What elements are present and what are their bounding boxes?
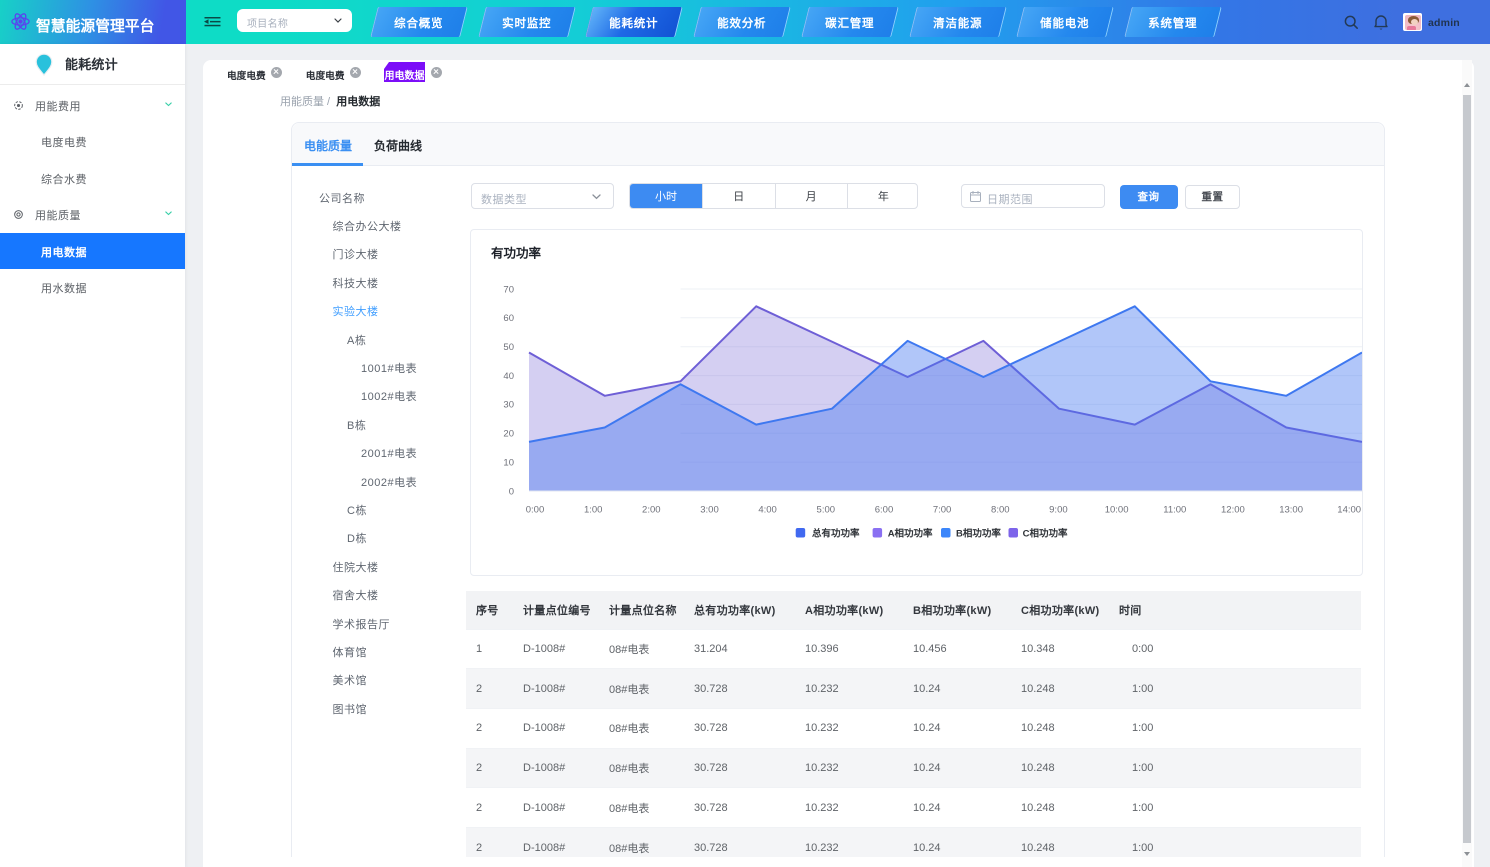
svg-text:13:00: 13:00 [1279,505,1303,516]
svg-text:4:00: 4:00 [758,505,777,516]
svg-text:1:00: 1:00 [584,505,603,516]
svg-text:70: 70 [503,284,514,295]
svg-text:5:00: 5:00 [817,505,836,516]
svg-text:2:00: 2:00 [642,505,661,516]
svg-text:0: 0 [509,486,514,497]
svg-text:B相功功率: B相功功率 [956,528,1001,540]
svg-text:3:00: 3:00 [700,505,719,516]
svg-text:10: 10 [503,457,514,468]
svg-text:60: 60 [503,313,514,324]
svg-text:有功功率: 有功功率 [491,246,542,261]
svg-text:9:00: 9:00 [1049,505,1068,516]
svg-text:14:00: 14:00 [1337,505,1361,516]
svg-text:30: 30 [503,400,514,411]
svg-text:40: 40 [503,371,514,382]
svg-text:总有功功率: 总有功功率 [812,528,860,540]
svg-text:11:00: 11:00 [1163,505,1186,516]
svg-text:7:00: 7:00 [933,505,952,516]
svg-text:12:00: 12:00 [1221,505,1245,516]
svg-text:50: 50 [503,342,514,353]
svg-text:A相功功率: A相功功率 [888,528,933,540]
svg-text:6:00: 6:00 [875,505,894,516]
svg-text:20: 20 [503,429,514,440]
svg-text:10:00: 10:00 [1105,505,1129,516]
svg-text:8:00: 8:00 [991,505,1010,516]
svg-text:0:00: 0:00 [526,505,545,516]
svg-text:C相功功率: C相功功率 [1023,528,1068,540]
